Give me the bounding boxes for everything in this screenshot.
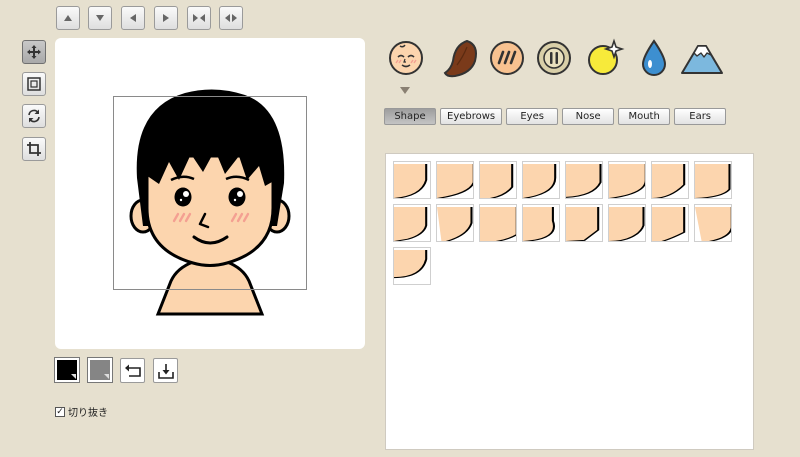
frame-tool[interactable] bbox=[22, 72, 46, 96]
crop-icon bbox=[27, 142, 41, 156]
avatar-canvas[interactable] bbox=[55, 38, 365, 349]
stripes-icon bbox=[490, 41, 524, 75]
category-button[interactable] bbox=[531, 35, 577, 81]
category-drop[interactable] bbox=[631, 35, 677, 81]
face-shape-thumbnail bbox=[695, 164, 731, 198]
face-shape-option[interactable] bbox=[608, 204, 646, 242]
move-down-button[interactable] bbox=[88, 6, 112, 30]
face-shape-thumbnail bbox=[695, 207, 731, 241]
face-shape-thumbnail bbox=[394, 207, 428, 241]
tab-eyebrows[interactable]: Eyebrows bbox=[440, 108, 503, 125]
face-shape-thumbnail bbox=[437, 207, 473, 241]
drop-icon bbox=[641, 39, 667, 76]
primary-color-swatch[interactable] bbox=[54, 357, 80, 383]
tab-nose[interactable]: Nose bbox=[562, 108, 615, 125]
face-shape-thumbnail bbox=[394, 164, 428, 198]
arrow-left-icon bbox=[130, 14, 136, 22]
undo-icon bbox=[124, 364, 141, 377]
move-right-button[interactable] bbox=[154, 6, 178, 30]
crop-checkbox[interactable]: ✓ 切り抜き bbox=[55, 404, 108, 419]
rotate-tool[interactable] bbox=[22, 104, 46, 128]
face-shape-option[interactable] bbox=[694, 204, 732, 242]
face-shape-option[interactable] bbox=[565, 161, 603, 199]
narrow-button[interactable] bbox=[187, 6, 211, 30]
face-shape-thumbnail bbox=[437, 164, 473, 198]
tab-ears[interactable]: Ears bbox=[674, 108, 727, 125]
category-mountain[interactable] bbox=[679, 35, 725, 81]
narrow-icon bbox=[193, 14, 205, 22]
arrow-up-icon bbox=[64, 15, 72, 21]
secondary-color-swatch[interactable] bbox=[87, 357, 113, 383]
face-shape-thumbnail bbox=[566, 164, 602, 198]
face-shape-thumbnail bbox=[523, 207, 555, 241]
face-shape-thumbnail bbox=[394, 250, 428, 279]
download-icon bbox=[157, 363, 174, 379]
part-tabs: Shape Eyebrows Eyes Nose Mouth Ears bbox=[384, 108, 727, 125]
face-shape-option[interactable] bbox=[479, 161, 517, 199]
face-shape-option[interactable] bbox=[522, 204, 560, 242]
face-shape-option[interactable] bbox=[694, 161, 732, 199]
face-shape-option[interactable] bbox=[565, 204, 603, 242]
face-shape-option[interactable] bbox=[393, 247, 431, 285]
category-hair[interactable] bbox=[437, 35, 483, 81]
face-shape-thumbnail bbox=[652, 164, 686, 198]
face-shape-option[interactable] bbox=[393, 204, 431, 242]
face-shape-thumbnail bbox=[480, 164, 514, 198]
face-shape-option[interactable] bbox=[436, 204, 474, 242]
crop-checkbox-box[interactable]: ✓ bbox=[55, 406, 65, 417]
move-left-button[interactable] bbox=[121, 6, 145, 30]
face-shape-thumbnail bbox=[609, 207, 645, 241]
face-shape-option[interactable] bbox=[479, 204, 517, 242]
face-shape-thumbnail bbox=[566, 207, 600, 241]
widen-icon bbox=[225, 14, 237, 22]
tab-shape[interactable]: Shape bbox=[384, 108, 436, 125]
category-pointer bbox=[400, 87, 410, 94]
crop-tool[interactable] bbox=[22, 137, 46, 161]
crop-checkbox-label: 切り抜き bbox=[68, 408, 108, 419]
rotate-icon bbox=[28, 109, 40, 123]
tab-eyes[interactable]: Eyes bbox=[506, 108, 559, 125]
frame-icon bbox=[27, 77, 41, 91]
sparkle-moon-icon bbox=[588, 38, 625, 75]
widen-button[interactable] bbox=[219, 6, 243, 30]
face-shape-option[interactable] bbox=[522, 161, 560, 199]
face-shape-thumbnail bbox=[523, 164, 557, 198]
face-shape-option[interactable] bbox=[436, 161, 474, 199]
mountain-icon bbox=[681, 45, 723, 74]
face-shape-thumbnail bbox=[652, 207, 686, 241]
crop-frame[interactable] bbox=[113, 96, 307, 290]
face-shape-option[interactable] bbox=[651, 161, 689, 199]
category-pattern[interactable] bbox=[484, 35, 530, 81]
arrow-down-icon bbox=[96, 15, 104, 21]
category-face[interactable] bbox=[383, 35, 429, 81]
undo-button[interactable] bbox=[120, 358, 145, 383]
arrow-right-icon bbox=[163, 14, 169, 22]
face-shape-option[interactable] bbox=[651, 204, 689, 242]
hair-icon bbox=[443, 39, 477, 78]
tab-mouth[interactable]: Mouth bbox=[618, 108, 671, 125]
face-shape-option[interactable] bbox=[608, 161, 646, 199]
category-sparkle[interactable] bbox=[582, 35, 628, 81]
face-shape-thumbnail bbox=[609, 164, 645, 198]
move-icon bbox=[27, 45, 41, 59]
save-button[interactable] bbox=[153, 358, 178, 383]
face-icon bbox=[389, 41, 423, 75]
button-icon bbox=[537, 41, 571, 75]
parts-panel bbox=[385, 153, 754, 450]
move-tool[interactable] bbox=[22, 40, 46, 64]
face-shape-thumbnail bbox=[480, 207, 516, 241]
move-up-button[interactable] bbox=[56, 6, 80, 30]
face-shape-option[interactable] bbox=[393, 161, 431, 199]
parts-grid bbox=[393, 161, 737, 285]
